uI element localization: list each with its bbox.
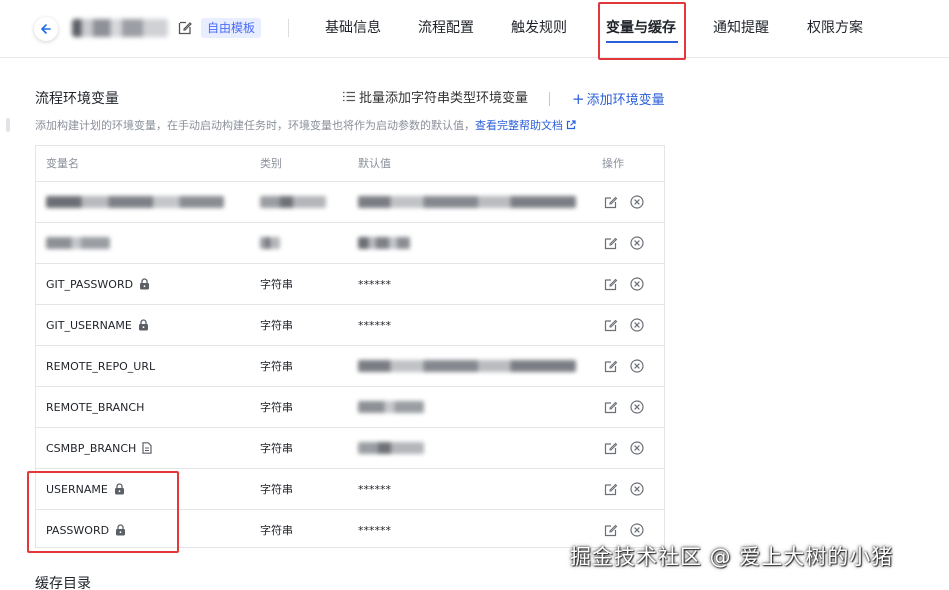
section-title: 流程环境变量 bbox=[35, 91, 119, 107]
section-description: 添加构建计划的环境变量，在手动启动构建任务时，环境变量也将作为启动参数的默认值，… bbox=[35, 118, 576, 134]
action-divider bbox=[549, 92, 550, 106]
table-row: GIT_PASSWORD 字符串 ****** bbox=[36, 264, 664, 305]
variable-default: ****** bbox=[358, 483, 391, 496]
edit-icon[interactable] bbox=[604, 400, 618, 414]
edit-icon[interactable] bbox=[604, 482, 618, 496]
delete-icon[interactable] bbox=[630, 318, 644, 332]
add-env-button[interactable]: + 添加环境变量 bbox=[572, 89, 665, 111]
arrow-left-icon bbox=[41, 24, 51, 34]
tab-permissions[interactable]: 权限方案 bbox=[807, 18, 863, 38]
lock-icon bbox=[140, 278, 150, 290]
column-header-type: 类别 bbox=[260, 157, 282, 170]
table-row: GIT_USERNAME 字符串 ****** bbox=[36, 305, 664, 346]
external-link-icon bbox=[566, 120, 576, 130]
variable-name: GIT_PASSWORD bbox=[46, 276, 150, 293]
variable-type: 字符串 bbox=[260, 278, 293, 291]
variable-name-text: GIT_USERNAME bbox=[46, 319, 132, 332]
variable-name: REMOTE_BRANCH bbox=[46, 401, 145, 414]
delete-icon[interactable] bbox=[630, 523, 644, 537]
table-row bbox=[36, 223, 664, 264]
variable-name: CSMBP_BRANCH bbox=[46, 440, 152, 457]
edit-icon[interactable] bbox=[177, 20, 193, 36]
column-header-default: 默认值 bbox=[358, 157, 391, 170]
plus-icon: + bbox=[572, 90, 585, 108]
watermark: 掘金技术社区 @ 爱上大树的小猪 bbox=[570, 545, 894, 569]
delete-icon[interactable] bbox=[630, 400, 644, 414]
variable-type: 字符串 bbox=[260, 360, 293, 373]
tab-notifications[interactable]: 通知提醒 bbox=[713, 18, 769, 38]
table-row: REMOTE_BRANCH 字符串 bbox=[36, 387, 664, 428]
tab-basic-info[interactable]: 基础信息 bbox=[325, 18, 381, 38]
delete-icon[interactable] bbox=[630, 482, 644, 496]
blurred-default bbox=[358, 360, 576, 372]
column-header-name: 变量名 bbox=[46, 157, 79, 170]
back-button[interactable] bbox=[34, 17, 58, 41]
variable-type: 字符串 bbox=[260, 401, 293, 414]
help-doc-label: 查看完整帮助文档 bbox=[475, 119, 563, 132]
add-env-label: 添加环境变量 bbox=[586, 93, 665, 108]
tab-pipeline-config[interactable]: 流程配置 bbox=[418, 18, 474, 38]
table-row: REMOTE_REPO_URL 字符串 bbox=[36, 346, 664, 387]
variable-default: ****** bbox=[358, 319, 391, 332]
variable-type: 字符串 bbox=[260, 524, 293, 537]
blurred-name bbox=[46, 237, 110, 249]
batch-add-label: 批量添加字符串类型环境变量 bbox=[359, 91, 529, 106]
variable-type: 字符串 bbox=[260, 319, 293, 332]
blurred-type bbox=[260, 237, 280, 249]
description-text: 添加构建计划的环境变量，在手动启动构建任务时，环境变量也将作为启动参数的默认值， bbox=[35, 119, 475, 132]
edit-icon[interactable] bbox=[604, 195, 618, 209]
variable-name-text: USERNAME bbox=[46, 483, 108, 496]
edit-icon[interactable] bbox=[604, 277, 618, 291]
batch-add-button[interactable]: 批量添加字符串类型环境变量 bbox=[343, 89, 528, 109]
edit-icon[interactable] bbox=[604, 523, 618, 537]
blurred-type bbox=[260, 196, 326, 208]
variable-name-text: PASSWORD bbox=[46, 524, 110, 537]
delete-icon[interactable] bbox=[630, 359, 644, 373]
variable-default: ****** bbox=[358, 278, 391, 291]
column-header-actions: 操作 bbox=[602, 157, 624, 170]
env-variable-table: 变量名 类别 默认值 操作 GIT_PASSWORD 字符串 ****** GI… bbox=[35, 145, 665, 548]
variable-name: REMOTE_REPO_URL bbox=[46, 360, 156, 373]
header-divider bbox=[288, 19, 289, 37]
variable-type: 字符串 bbox=[260, 442, 293, 455]
blurred-default bbox=[358, 401, 424, 413]
header-bar: 自由模板 基础信息 流程配置 触发规则 变量与缓存 通知提醒 权限方案 bbox=[0, 0, 949, 58]
cache-section-title: 缓存目录 bbox=[35, 576, 91, 590]
file-icon bbox=[142, 442, 152, 454]
list-icon bbox=[343, 91, 355, 102]
variable-name: GIT_USERNAME bbox=[46, 317, 149, 334]
lock-icon bbox=[116, 524, 126, 536]
variable-name-text: GIT_PASSWORD bbox=[46, 278, 134, 291]
table-row bbox=[36, 182, 664, 223]
lock-icon bbox=[138, 319, 148, 331]
edit-icon[interactable] bbox=[604, 318, 618, 332]
side-marker bbox=[6, 118, 10, 132]
variable-default: ****** bbox=[358, 524, 391, 537]
variable-name: USERNAME bbox=[46, 481, 125, 498]
variable-name-text: CSMBP_BRANCH bbox=[46, 442, 137, 455]
blurred-default bbox=[358, 196, 576, 208]
blurred-default bbox=[358, 237, 410, 249]
free-template-tag: 自由模板 bbox=[201, 18, 262, 38]
table-row: CSMBP_BRANCH 字符串 bbox=[36, 428, 664, 469]
delete-icon[interactable] bbox=[630, 195, 644, 209]
active-tab-indicator bbox=[606, 41, 678, 43]
variable-name: PASSWORD bbox=[46, 522, 126, 539]
delete-icon[interactable] bbox=[630, 441, 644, 455]
delete-icon[interactable] bbox=[630, 277, 644, 291]
blurred-default bbox=[358, 442, 424, 454]
table-row: USERNAME 字符串 ****** bbox=[36, 469, 664, 510]
delete-icon[interactable] bbox=[630, 236, 644, 250]
table-header: 变量名 类别 默认值 操作 bbox=[36, 146, 664, 182]
project-name-blurred bbox=[72, 19, 168, 37]
edit-icon[interactable] bbox=[604, 441, 618, 455]
tab-trigger-rules[interactable]: 触发规则 bbox=[511, 18, 567, 38]
lock-icon bbox=[114, 483, 124, 495]
edit-icon[interactable] bbox=[604, 236, 618, 250]
edit-icon[interactable] bbox=[604, 359, 618, 373]
variable-type: 字符串 bbox=[260, 483, 293, 496]
tab-variables-cache[interactable]: 变量与缓存 bbox=[606, 18, 676, 38]
blurred-name bbox=[46, 196, 224, 208]
help-doc-link[interactable]: 查看完整帮助文档 bbox=[475, 119, 576, 132]
